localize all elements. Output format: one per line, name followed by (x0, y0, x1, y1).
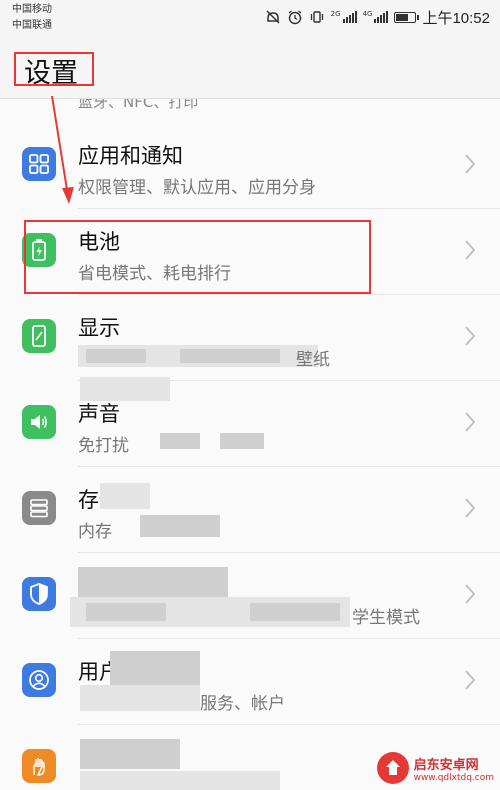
watermark-url: www.qdlxtdq.com (413, 772, 494, 783)
watermark-name: 启东安卓网 (413, 757, 479, 773)
watermark: 启东安卓网 www.qdlxtdq.com (376, 752, 494, 784)
annotation-arrow (51, 95, 74, 204)
watermark-logo (376, 752, 409, 784)
settings-screen: 中国移动 中国联通 2G 4G 上午10:52 设置 蓝牙、NFC、打印 应用和… (0, 0, 500, 790)
watermark-text: 启东安卓网 www.qdlxtdq.com (414, 754, 494, 783)
